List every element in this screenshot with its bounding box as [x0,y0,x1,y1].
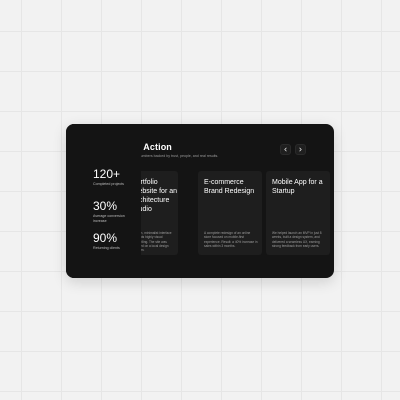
stats-panel: 120+ Completed projects 30% Average conv… [66,124,141,278]
stat-label: Average conversion increase [93,214,125,223]
project-description: We helped launch an MVP in just 8 weeks,… [272,231,322,248]
success-card: Success in Action Projects we're proud o… [66,124,334,278]
prev-button[interactable] [280,144,291,155]
project-card-ecommerce[interactable]: E-commerce Brand Redesign A complete red… [198,171,262,255]
project-title: E-commerce Brand Redesign [204,179,255,195]
stat-label: Returning clients [93,246,120,250]
stat-label: Completed projects [93,182,124,186]
stat-returning-clients: 90% Returning clients [93,232,137,251]
project-description: A complete redesign of an online store f… [204,231,258,248]
project-card-mobile-app[interactable]: Mobile App for a Startup We helped launc… [266,171,330,255]
stat-conversion-increase: 30% Average conversion increase [93,200,137,223]
next-button[interactable] [295,144,306,155]
stat-completed-projects: 120+ Completed projects [93,168,137,187]
stat-value: 120+ [93,167,121,181]
chevron-left-icon [284,147,287,152]
stat-value: 90% [93,231,118,245]
stat-value: 30% [93,199,118,213]
project-title: Mobile App for a Startup [272,179,323,195]
chevron-right-icon [299,147,302,152]
